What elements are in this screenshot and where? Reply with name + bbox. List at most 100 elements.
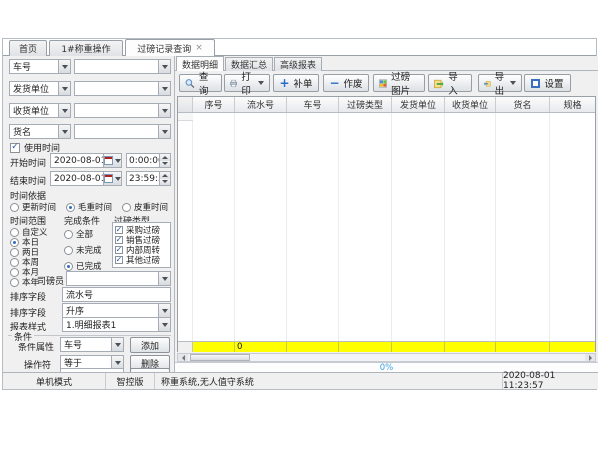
filter-value-3-input[interactable] (74, 103, 171, 118)
weigher-select[interactable] (66, 271, 171, 286)
radio-range-this-year[interactable]: 本年 (10, 276, 39, 288)
radio-finish-all[interactable]: 全部 (64, 228, 93, 240)
checkbox-icon[interactable]: ✓ (10, 143, 20, 153)
settings-button[interactable]: 设置 (524, 74, 571, 92)
column-header-spec[interactable]: 规格 (550, 97, 595, 112)
radio-gross-time[interactable]: 毛重时间 (66, 201, 112, 213)
start-date-picker[interactable]: 2020-08-01 (50, 153, 122, 168)
radio-icon[interactable] (66, 203, 75, 212)
supplement-order-button[interactable]: + 补单 (273, 74, 319, 92)
filter-value-2-input[interactable] (74, 81, 171, 96)
filter-field-2-select[interactable]: 发货单位 (9, 81, 71, 96)
totals-serial-cell: 0 (235, 341, 287, 352)
chevron-down-icon[interactable] (158, 272, 170, 285)
chevron-down-icon[interactable] (158, 125, 170, 138)
chevron-down-icon[interactable] (158, 104, 170, 117)
scroll-left-icon[interactable] (178, 354, 188, 361)
chevron-down-icon[interactable] (158, 60, 170, 73)
scrollbar-thumb[interactable] (190, 354, 250, 361)
grid-totals-row: 0 (178, 341, 595, 352)
filter-field-3-label: 收货单位 (13, 104, 49, 117)
column-header-receiver[interactable]: 收货单位 (445, 97, 496, 112)
weigh-type-list[interactable]: ✓采购过磅 ✓销售过磅 ✓内部周转 ✓其他过磅 (112, 222, 171, 268)
spinner-arrows-icon[interactable] (159, 172, 170, 185)
chevron-down-icon[interactable] (58, 104, 70, 117)
screen: 首页 1#称重操作 过磅记录查询 × 车号 发货单位 收货单位 (0, 0, 600, 450)
sort-order-label: 排序字段 (10, 306, 46, 319)
radio-icon[interactable] (10, 278, 19, 287)
end-time-label: 结束时间 (10, 174, 46, 187)
radio-icon[interactable] (64, 262, 73, 271)
data-toolbar: 查询 打印 + 补单 − 作废 过磅图片 导入 (175, 71, 598, 96)
app-window: 首页 1#称重操作 过磅记录查询 × 车号 发货单位 收货单位 (2, 38, 597, 390)
filter-value-4-input[interactable] (74, 124, 171, 139)
close-icon[interactable]: × (195, 44, 203, 53)
report-style-select[interactable]: 1.明细报表1 (62, 317, 171, 332)
condition-group-title: 条件 (12, 330, 34, 343)
tab-weighing-operation[interactable]: 1#称重操作 (49, 40, 123, 56)
tab-weighing-operation-label: 1#称重操作 (61, 42, 110, 55)
end-date-picker[interactable]: 2020-08-01 (50, 171, 122, 186)
chevron-down-icon[interactable] (158, 318, 170, 331)
filter-field-4-select[interactable]: 货名 (9, 124, 71, 139)
radio-icon[interactable] (64, 230, 73, 239)
radio-icon[interactable] (10, 203, 19, 212)
spinner-arrows-icon[interactable] (159, 154, 170, 167)
add-condition-button[interactable]: 添加 (130, 337, 170, 353)
radio-update-time[interactable]: 更新时间 (10, 201, 56, 213)
end-time-spinner[interactable]: 23:59:59 (126, 171, 171, 186)
chevron-down-icon[interactable] (58, 60, 70, 73)
import-button[interactable]: 导入 (428, 74, 472, 92)
grid-body-empty[interactable] (178, 113, 595, 341)
tab-data-detail[interactable]: 数据明细 (176, 56, 224, 71)
filter-value-1-input[interactable] (74, 59, 171, 74)
column-header-shipper[interactable]: 发货单位 (392, 97, 445, 112)
sort-order-select[interactable]: 升序 (62, 303, 171, 318)
column-header-goods[interactable]: 货名 (496, 97, 550, 112)
image-icon (379, 78, 387, 89)
filter-field-1-select[interactable]: 车号 (9, 59, 71, 74)
radio-finish-unfinished[interactable]: 未完成 (64, 244, 102, 256)
sort-field-input[interactable]: 流水号 (62, 287, 171, 302)
column-header-vehicle[interactable]: 车号 (287, 97, 339, 112)
checkbox-icon[interactable]: ✓ (115, 246, 123, 254)
tab-weigh-record-query[interactable]: 过磅记录查询 × (125, 39, 215, 56)
filter-panel: 车号 发货单位 收货单位 货名 (4, 56, 175, 372)
radio-icon[interactable] (122, 203, 131, 212)
records-grid[interactable]: 序号 流水号 车号 过磅类型 发货单位 收货单位 货名 规格 (177, 96, 596, 352)
column-header-weigh-type[interactable]: 过磅类型 (339, 97, 392, 112)
horizontal-scrollbar[interactable] (177, 353, 596, 362)
print-button[interactable]: 打印 (224, 74, 270, 92)
condition-attr-select[interactable]: 车号 (60, 337, 124, 352)
minus-icon: − (329, 77, 339, 89)
filter-field-3-select[interactable]: 收货单位 (9, 103, 71, 118)
data-panel: 数据明细 数据汇总 高级报表 查询 打印 + 补单 (175, 56, 598, 372)
checkbox-icon[interactable]: ✓ (115, 236, 123, 244)
check-other-weigh[interactable]: ✓其他过磅 (115, 255, 170, 265)
new-row-indicator (178, 113, 193, 121)
chevron-down-icon[interactable] (158, 304, 170, 317)
chevron-down-icon[interactable] (111, 338, 123, 351)
calendar-icon[interactable] (103, 154, 121, 167)
column-header-serial[interactable]: 流水号 (235, 97, 287, 112)
export-button[interactable]: 导出 (478, 74, 522, 92)
start-time-spinner[interactable]: 0:00:00 (126, 153, 171, 168)
chevron-down-icon[interactable] (58, 82, 70, 95)
printer-icon (230, 78, 237, 89)
radio-tare-time[interactable]: 皮重时间 (122, 201, 168, 213)
chevron-down-icon[interactable] (58, 125, 70, 138)
calendar-icon[interactable] (103, 172, 121, 185)
checkbox-icon[interactable]: ✓ (115, 256, 123, 264)
status-datetime: 2020-08-01 11:23:57 (503, 373, 598, 389)
weigh-photos-button[interactable]: 过磅图片 (373, 74, 425, 92)
void-button[interactable]: − 作废 (323, 74, 369, 92)
scroll-right-icon[interactable] (585, 354, 595, 361)
import-icon (434, 78, 444, 89)
tab-advanced-report[interactable]: 高级报表 (274, 57, 322, 71)
tab-home[interactable]: 首页 (9, 40, 47, 56)
chevron-down-icon[interactable] (158, 82, 170, 95)
radio-icon[interactable] (64, 246, 73, 255)
query-button[interactable]: 查询 (179, 74, 222, 92)
checkbox-icon[interactable]: ✓ (115, 226, 123, 234)
column-header-seq[interactable]: 序号 (193, 97, 235, 112)
